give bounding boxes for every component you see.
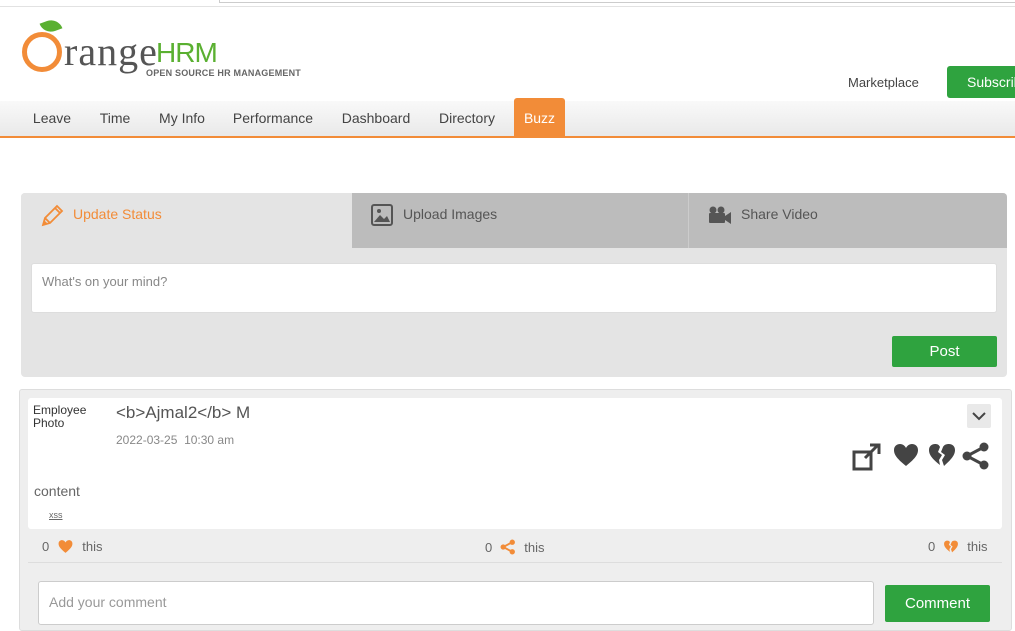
menu-item-leave[interactable]: Leave: [21, 101, 83, 136]
logo-orange-ring: [22, 32, 62, 72]
post-options-dropdown[interactable]: [967, 404, 991, 428]
post-time: 10:30 am: [184, 433, 235, 447]
post-button[interactable]: Post: [892, 336, 997, 367]
status-textarea[interactable]: What's on your mind?: [31, 263, 997, 313]
browser-top-border: [0, 0, 1015, 7]
unlikes-count: 0: [928, 539, 936, 554]
menu-item-directory[interactable]: Directory: [428, 101, 506, 136]
likes-text: this: [82, 539, 103, 554]
menu-item-performance[interactable]: Performance: [222, 101, 324, 136]
composer-tabs: Update Status Upload Images Share Video: [21, 193, 1007, 248]
menu-item-time[interactable]: Time: [88, 101, 142, 136]
unlikes-text: this: [967, 539, 988, 554]
address-bar-edge: [219, 0, 1015, 3]
buzz-post: Employee Photo <b>Ajmal2</b> M 2022-03-2…: [19, 389, 1012, 631]
shares-count: 0: [485, 539, 493, 555]
share-icon[interactable]: [961, 441, 991, 476]
menu-item-dashboard[interactable]: Dashboard: [330, 101, 422, 136]
pencil-icon: [39, 203, 65, 232]
status-composer: Update Status Upload Images Share Video …: [21, 193, 1007, 377]
unlikes-stat[interactable]: 0 this: [928, 539, 987, 554]
subscribe-button[interactable]: Subscribe: [947, 66, 1015, 98]
likes-count: 0: [42, 539, 50, 554]
marketplace-link[interactable]: Marketplace: [848, 75, 919, 90]
shares-text: this: [524, 539, 545, 555]
menu-item-my-info[interactable]: My Info: [148, 101, 216, 136]
chevron-down-icon: [972, 412, 986, 421]
post-stats: 0 this 0 this 0 this: [28, 532, 1002, 563]
post-author[interactable]: <b>Ajmal2</b> M: [116, 403, 250, 423]
logo-wordmark: range: [64, 29, 158, 74]
post-content: content: [34, 483, 80, 499]
post-date: 2022-03-25: [116, 433, 178, 447]
broken-heart-icon: [944, 540, 959, 553]
heart-icon: [58, 540, 73, 553]
menu-item-buzz[interactable]: Buzz: [514, 98, 565, 136]
tab-update-status-label: Update Status: [73, 206, 162, 222]
post-timestamp: 2022-03-25 10:30 am: [116, 433, 234, 447]
post-body: Employee Photo <b>Ajmal2</b> M 2022-03-2…: [28, 398, 1002, 529]
comment-button[interactable]: Comment: [885, 585, 990, 622]
unlike-icon[interactable]: [927, 441, 957, 474]
shares-stat[interactable]: 0 this: [485, 539, 544, 555]
tab-share-video[interactable]: Share Video: [689, 193, 1007, 248]
logo-tagline: OPEN SOURCE HR MANAGEMENT: [146, 68, 302, 78]
post-link[interactable]: xss: [49, 510, 63, 520]
logo-hrm: HRM: [156, 37, 218, 68]
tab-share-video-label: Share Video: [741, 206, 818, 222]
tab-upload-images[interactable]: Upload Images: [352, 193, 689, 248]
tab-update-status[interactable]: Update Status: [21, 193, 352, 248]
likes-stat[interactable]: 0 this: [42, 539, 102, 554]
video-camera-icon: [707, 205, 733, 228]
employee-photo[interactable]: Employee Photo: [33, 404, 103, 430]
share-orange-icon: [500, 539, 516, 555]
orangehrm-logo[interactable]: range HRM OPEN SOURCE HR MANAGEMENT: [22, 16, 322, 82]
main-menu: Leave Time My Info Performance Dashboard…: [0, 98, 1015, 138]
share-post-icon[interactable]: [851, 441, 883, 478]
tab-upload-images-label: Upload Images: [403, 206, 498, 222]
like-icon[interactable]: [892, 441, 920, 474]
image-icon: [370, 203, 394, 230]
comment-input[interactable]: Add your comment: [38, 581, 874, 625]
